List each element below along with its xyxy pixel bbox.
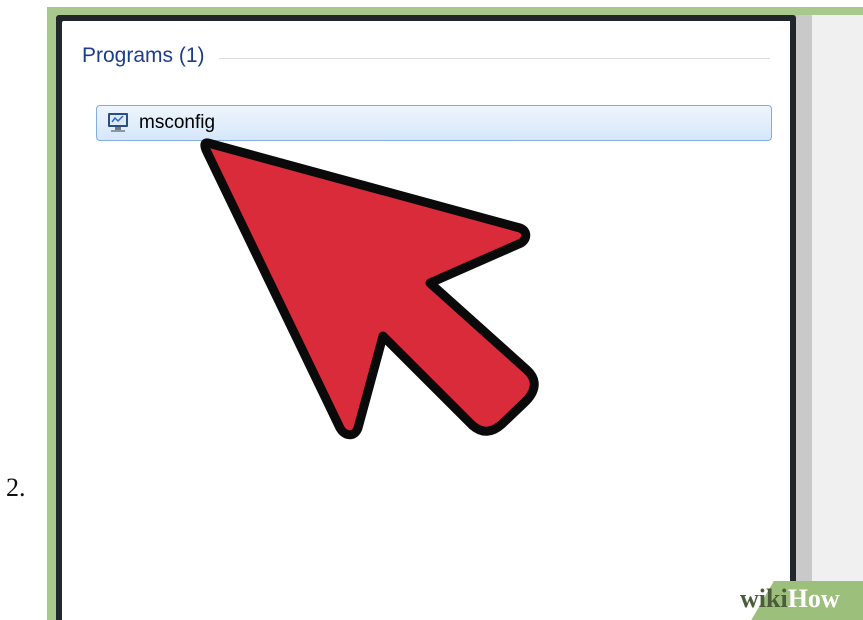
step-number: 2.	[6, 473, 26, 502]
start-menu: Programs (1) msconfig	[56, 15, 796, 620]
result-item-msconfig[interactable]: msconfig	[96, 105, 772, 141]
search-results-pane: Programs (1) msconfig	[62, 21, 790, 620]
programs-group-header: Programs (1)	[82, 41, 770, 71]
group-title: Programs (1)	[82, 44, 205, 67]
screenshot-frame: Programs (1) msconfig	[47, 7, 863, 620]
system-config-icon	[105, 111, 131, 135]
start-menu-divider	[796, 15, 812, 620]
watermark-wiki: wiki	[740, 584, 788, 613]
result-label: msconfig	[139, 112, 216, 133]
watermark-how: How	[787, 584, 840, 613]
group-divider	[218, 57, 770, 59]
watermark-text: wikiHow	[740, 584, 840, 614]
tutorial-step-image: 2. Programs (1) msconfig wikiHow	[0, 0, 863, 620]
start-menu-right-pane	[812, 15, 863, 620]
